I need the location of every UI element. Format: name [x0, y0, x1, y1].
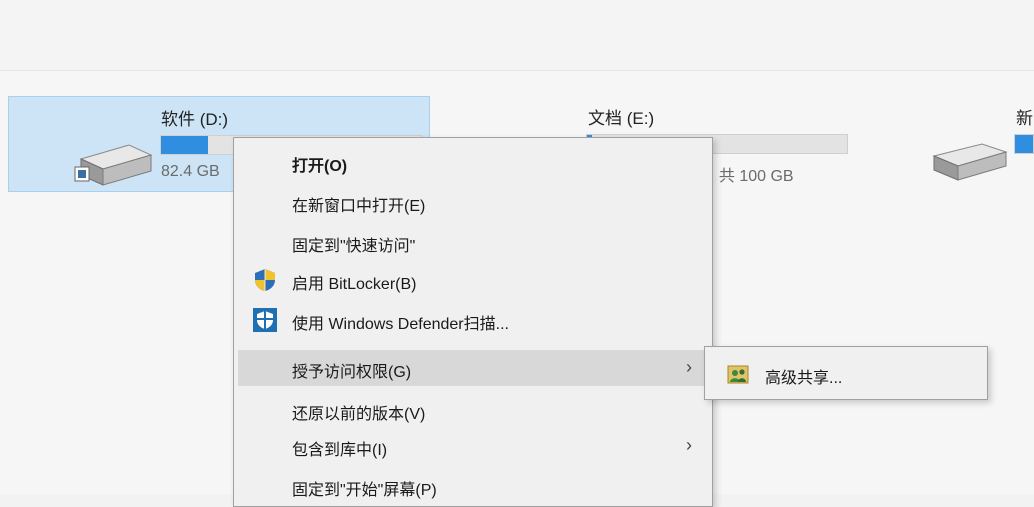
- users-share-icon: [727, 365, 749, 384]
- menu-item-open[interactable]: 打开(O): [238, 144, 708, 180]
- hard-drive-icon: [74, 144, 153, 186]
- drive-space-info: , 共 100 GB: [710, 168, 794, 185]
- menu-item-label: 使用 Windows Defender扫描...: [292, 316, 509, 333]
- menu-item-give-access[interactable]: 授予访问权限(G) ›: [238, 350, 708, 386]
- drive-space-info: 82.4 GB: [161, 163, 220, 180]
- windows-defender-icon: [253, 308, 277, 332]
- menu-item-label: 授予访问权限(G): [292, 364, 412, 381]
- menu-item-pin-quick-access[interactable]: 固定到"快速访问": [238, 224, 708, 260]
- submenu-item-advanced-sharing[interactable]: 高级共享...: [709, 353, 983, 393]
- menu-item-label: 包含到库中(I): [292, 442, 388, 459]
- drive-name: 新: [1016, 109, 1033, 128]
- menu-item-open-new-window[interactable]: 在新窗口中打开(E): [238, 184, 708, 220]
- sub-menu: 高级共享...: [704, 346, 988, 400]
- drive-usage-bar: [1014, 134, 1034, 154]
- hard-drive-icon: [932, 143, 1008, 181]
- context-menu: 打开(O) 在新窗口中打开(E) 固定到"快速访问" 启用 BitLocker(…: [233, 137, 713, 507]
- menu-item-bitlocker[interactable]: 启用 BitLocker(B): [238, 262, 708, 298]
- menu-item-label: 打开(O): [292, 158, 348, 175]
- chevron-right-icon: ›: [686, 435, 692, 455]
- menu-item-label: 固定到"开始"屏幕(P): [292, 482, 437, 499]
- drive-usage-fill: [1015, 135, 1033, 153]
- bitlocker-shield-icon: [255, 269, 275, 291]
- menu-item-label: 固定到"快速访问": [292, 238, 416, 255]
- menu-item-defender-scan[interactable]: 使用 Windows Defender扫描...: [238, 302, 708, 338]
- top-band: [0, 0, 1034, 70]
- menu-item-label: 还原以前的版本(V): [292, 406, 426, 423]
- drive-tile-partial[interactable]: 新: [920, 96, 1034, 192]
- menu-item-label: 在新窗口中打开(E): [292, 198, 426, 215]
- menu-item-restore-versions[interactable]: 还原以前的版本(V): [238, 392, 708, 428]
- menu-item-include-library[interactable]: 包含到库中(I) ›: [238, 428, 708, 464]
- submenu-item-label: 高级共享...: [765, 370, 843, 387]
- drive-usage-fill: [161, 136, 208, 154]
- menu-item-label: 启用 BitLocker(B): [292, 276, 417, 293]
- drive-name: 文档 (E:): [588, 109, 655, 128]
- drive-name: 软件 (D:): [161, 110, 229, 129]
- menu-item-pin-start[interactable]: 固定到"开始"屏幕(P): [238, 468, 708, 504]
- chevron-right-icon: ›: [686, 357, 692, 377]
